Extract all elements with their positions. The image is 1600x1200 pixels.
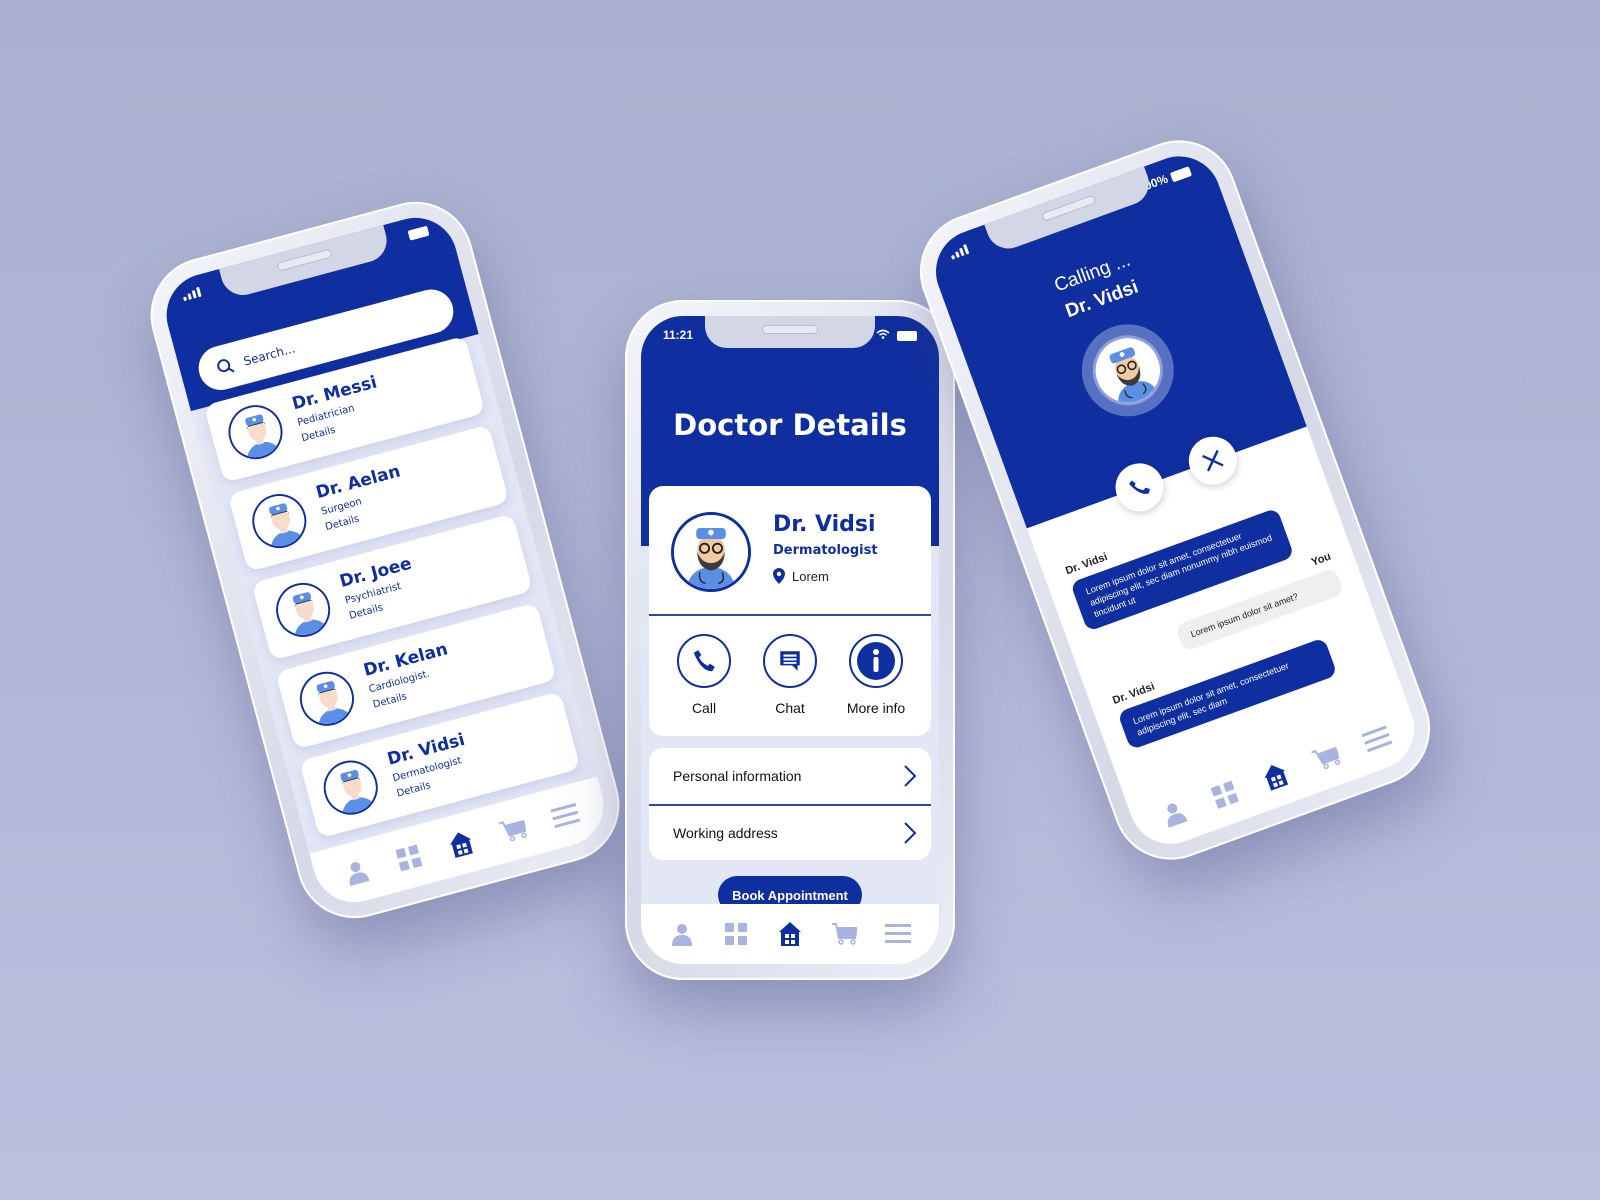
info-icon — [857, 642, 895, 680]
cart-icon[interactable] — [831, 921, 857, 947]
doctor-avatar — [671, 512, 751, 592]
page-title: Doctor Details — [673, 408, 907, 442]
chat-icon — [780, 651, 800, 671]
details-link[interactable]: Details — [300, 425, 336, 445]
chevron-right-icon — [904, 822, 917, 844]
phone-doctor-list: Search... Dr. Messi Pediatrician Details… — [137, 188, 633, 932]
chevron-right-icon — [904, 765, 917, 787]
profile-icon[interactable] — [669, 921, 695, 947]
doctor-avatar — [317, 754, 384, 821]
doctor-specialty: Dermatologist — [773, 543, 878, 558]
call-button[interactable]: Call — [664, 634, 744, 716]
phone-icon — [1129, 480, 1150, 494]
details-link[interactable]: Details — [396, 780, 432, 800]
menu-icon[interactable] — [885, 921, 911, 947]
details-link[interactable]: Details — [348, 602, 384, 622]
row-label: Working address — [673, 825, 778, 841]
details-link[interactable]: Details — [324, 513, 360, 533]
doctor-avatar — [293, 665, 361, 732]
grid-icon[interactable] — [1208, 778, 1241, 811]
doctor-details-screen: 11:21 Doctor Details Dr. Vidsi Dermatolo… — [641, 316, 939, 964]
personal-information-row[interactable]: Personal information — [649, 748, 931, 804]
search-icon — [217, 359, 235, 373]
phone-calling: 100% Calling ... Dr. Vidsi Dr. Vidsi Lor… — [903, 124, 1447, 876]
chat-label: Chat — [775, 700, 805, 716]
more-info-label: More info — [846, 700, 906, 716]
phone-icon — [693, 650, 715, 672]
action-buttons: Call Chat More info — [649, 634, 931, 716]
home-icon[interactable] — [445, 828, 477, 860]
notch — [705, 316, 875, 348]
close-icon — [1202, 449, 1224, 472]
working-address-row[interactable]: Working address — [649, 804, 931, 860]
calling-screen: 100% Calling ... Dr. Vidsi Dr. Vidsi Lor… — [924, 144, 1426, 856]
doctor-avatar — [270, 576, 337, 643]
message-sender: You — [1309, 550, 1333, 569]
doctor-avatar — [246, 487, 313, 555]
cart-icon[interactable] — [497, 814, 529, 846]
row-label: Personal information — [673, 768, 802, 784]
doctor-location: Lorem — [773, 568, 829, 584]
call-label: Call — [691, 700, 717, 716]
search-placeholder: Search... — [242, 341, 297, 369]
doctor-profile-card: Dr. Vidsi Dermatologist Lorem Call Chat … — [649, 486, 931, 736]
menu-icon[interactable] — [1360, 723, 1394, 756]
profile-icon[interactable] — [1157, 797, 1190, 830]
menu-icon[interactable] — [549, 800, 581, 832]
cart-icon[interactable] — [1310, 741, 1343, 774]
divider — [649, 614, 931, 616]
battery-icon — [897, 330, 917, 341]
location-text: Lorem — [792, 568, 829, 584]
wifi-icon — [876, 329, 890, 339]
location-pin-icon — [773, 568, 785, 584]
home-icon[interactable] — [1259, 760, 1292, 793]
phone-doctor-details: 11:21 Doctor Details Dr. Vidsi Dermatolo… — [625, 300, 955, 980]
profile-icon[interactable] — [341, 856, 373, 888]
status-time: 11:21 — [663, 328, 694, 342]
doctor-list: Dr. Messi Pediatrician Details Dr. Aelan… — [203, 335, 584, 850]
grid-icon[interactable] — [723, 921, 749, 947]
chat-button[interactable]: Chat — [750, 634, 830, 716]
doctor-avatar — [222, 399, 289, 466]
home-icon[interactable] — [777, 921, 803, 947]
bottom-nav — [641, 904, 939, 964]
doctor-list-screen: Search... Dr. Messi Pediatrician Details… — [157, 208, 613, 912]
grid-icon[interactable] — [393, 842, 425, 874]
more-info-button[interactable]: More info — [836, 634, 916, 716]
doctor-name: Dr. Vidsi — [773, 512, 876, 537]
details-link[interactable]: Details — [372, 691, 408, 711]
info-list: Personal information Working address — [649, 748, 931, 860]
